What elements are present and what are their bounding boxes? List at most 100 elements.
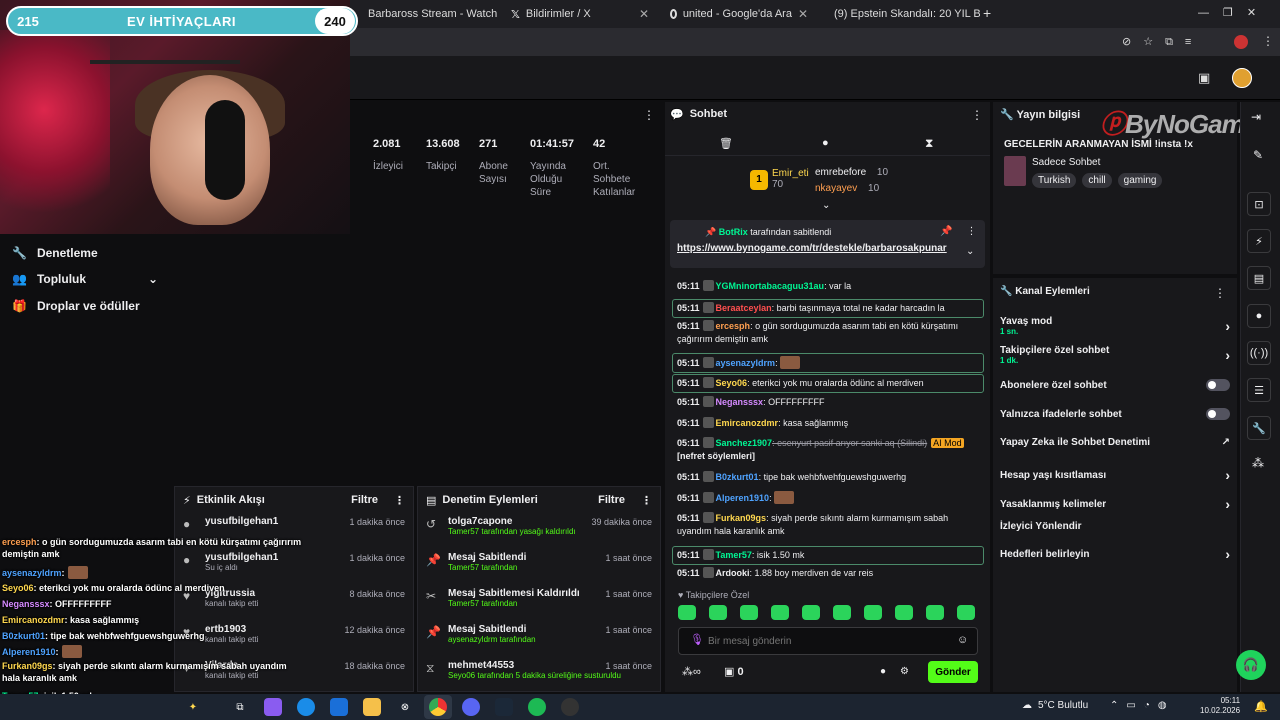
bolt-icon[interactable]: ⚡ bbox=[1247, 229, 1271, 253]
chat-username[interactable]: Beraatceylan bbox=[716, 303, 772, 313]
notification-icon[interactable]: 🔔 bbox=[1254, 700, 1268, 713]
moderation-row[interactable]: ⧖ mehmet44553 Seyo06 tarafından 5 dakika s… bbox=[418, 657, 660, 693]
chat-username[interactable]: Alperen1910 bbox=[716, 493, 770, 503]
chat-message[interactable]: 05:11 Alperen1910: bbox=[672, 491, 984, 505]
chat-message[interactable]: 05:11 Sanchez1907: esenyurt pasif arıyor … bbox=[672, 437, 984, 463]
window-controls[interactable]: —❐✕ bbox=[1198, 6, 1270, 19]
chat-message[interactable]: 05:11 Beraatceylan: barbi taşınmaya total… bbox=[672, 299, 984, 318]
wrench-icon[interactable]: 🔧 bbox=[1247, 416, 1271, 440]
chat-message[interactable]: 05:11 Negansssx: OFFFFFFFFF bbox=[672, 396, 984, 409]
toggle-switch[interactable] bbox=[1206, 408, 1230, 420]
chat-message-input[interactable] bbox=[708, 632, 948, 650]
pinned-actions[interactable]: 📌⋮ bbox=[940, 226, 990, 237]
tag-turkish[interactable]: Turkish bbox=[1032, 173, 1077, 188]
stats-menu-icon[interactable]: ⋮ bbox=[643, 108, 655, 122]
chat-username[interactable]: Seyo06 bbox=[716, 378, 748, 388]
chat-username[interactable]: Ardooki bbox=[716, 568, 750, 578]
edge-icon[interactable] bbox=[297, 698, 315, 716]
channel-action-item[interactable]: Yasaklanmış kelimeler › bbox=[1000, 496, 1230, 512]
crop-icon[interactable]: ⊡ bbox=[1247, 192, 1271, 216]
chat-username[interactable]: ercesph bbox=[716, 321, 751, 331]
edit-icon[interactable]: ✎ bbox=[1253, 148, 1263, 162]
chrome-icon[interactable] bbox=[429, 698, 447, 716]
support-headset-icon[interactable]: 🎧 bbox=[1236, 650, 1266, 680]
xbox-icon[interactable]: ⊗ bbox=[396, 698, 414, 716]
copilot-icon[interactable] bbox=[264, 698, 282, 716]
channel-action-item[interactable]: Yapay Zeka ile Sohbet Denetimi ↗ bbox=[1000, 437, 1230, 448]
channel-action-item[interactable]: Hedefleri belirleyin › bbox=[1000, 546, 1230, 562]
chat-message[interactable]: 05:11 B0zkurt01: tipe bak wehbfwehfguewsh… bbox=[672, 471, 984, 484]
spotify-icon[interactable] bbox=[528, 698, 546, 716]
layout-icon[interactable]: ☰ bbox=[1247, 378, 1271, 402]
chat-message[interactable]: 05:11 YGMninortabacaguu31au: var la bbox=[672, 280, 984, 293]
new-tab-button[interactable]: + bbox=[983, 5, 991, 21]
chat-username[interactable]: Emircanozdmr bbox=[716, 418, 779, 428]
copilot-sparkle-icon[interactable]: ✦ bbox=[184, 698, 202, 716]
moderation-row[interactable]: ✂ Mesaj Sabitlemesi Kaldırıldı Tamer57 tar… bbox=[418, 585, 660, 621]
filter-button[interactable]: Filtre bbox=[351, 494, 378, 506]
discord-icon[interactable] bbox=[462, 698, 480, 716]
leaderboard-second[interactable]: emrebefore 10 bbox=[815, 167, 888, 178]
weather-widget[interactable]: ☁ 5°C Bulutlu bbox=[1022, 700, 1088, 711]
moderation-row[interactable]: 📌 Mesaj Sabitlendi Tamer57 tarafından 1 saa… bbox=[418, 549, 660, 585]
more-icon[interactable]: ⋮ bbox=[641, 494, 652, 507]
chat-username[interactable]: Negansssx bbox=[716, 397, 764, 407]
broadcast-icon[interactable]: ((·)) bbox=[1247, 341, 1271, 365]
pinned-link[interactable]: https://www.bynogame.com/tr/destekle/bar… bbox=[677, 243, 947, 254]
more-icon[interactable]: ⋮ bbox=[394, 494, 405, 507]
chat-username[interactable]: YGMninortabacaguu31au bbox=[716, 281, 825, 291]
chat-message[interactable]: 05:11 Seyo06: eterikci yok mu oralarda öd… bbox=[672, 374, 984, 393]
emoji-icon[interactable]: ☺ bbox=[957, 634, 968, 646]
channel-action-item[interactable]: Yalnızca ifadelerle sohbet bbox=[1000, 408, 1230, 420]
filter-button[interactable]: Filtre bbox=[598, 494, 625, 506]
chat-username[interactable]: Furkan09gs bbox=[716, 513, 767, 523]
tab-google-search[interactable]: united - Google'da Ara ✕ bbox=[662, 2, 816, 26]
inbox-icon[interactable]: ▣ bbox=[1198, 70, 1210, 86]
channel-action-item[interactable]: İzleyici Yönlendir bbox=[1000, 521, 1230, 532]
tag-chill[interactable]: chill bbox=[1082, 173, 1112, 188]
tag-gaming[interactable]: gaming bbox=[1117, 173, 1163, 188]
close-icon[interactable]: ✕ bbox=[798, 7, 808, 21]
chat-settings-icons[interactable]: ●⚙ bbox=[880, 666, 923, 677]
notes-icon[interactable]: ▤ bbox=[1247, 266, 1271, 290]
chat-menu-icon[interactable]: ⋮ bbox=[971, 108, 983, 122]
sidebar-item-topluluk[interactable]: 👥 Topluluk ⌄ bbox=[0, 266, 172, 292]
browser-toolbar-icons[interactable]: ⊘☆⧉≡ bbox=[1122, 35, 1203, 49]
moderation-row[interactable]: ↺ tolga7capone Tamer57 tarafından yasağı k… bbox=[418, 513, 660, 549]
collapse-icon[interactable]: ⌄ bbox=[822, 200, 830, 211]
channel-actions-menu-icon[interactable]: ⋮ bbox=[1214, 286, 1226, 300]
chat-username[interactable]: B0zkurt01 bbox=[716, 472, 759, 482]
tab-youtube-video[interactable]: (9) Epstein Skandalı: 20 YIL BO✕ bbox=[820, 2, 980, 26]
mic-icon[interactable]: 🎙 bbox=[690, 633, 704, 646]
chat-icon[interactable]: ● bbox=[1247, 304, 1271, 328]
hourglass-icon[interactable]: ⧗ bbox=[925, 136, 933, 151]
channel-action-item[interactable]: Hesap yaşı kısıtlaması › bbox=[1000, 467, 1230, 483]
clock[interactable]: 05:11 10.02.2026 bbox=[1200, 696, 1240, 716]
moderation-row[interactable]: 📌 Mesaj Sabitlendi aysenazyldrm tarafından… bbox=[418, 621, 660, 657]
apps-icon[interactable]: ⁂ bbox=[1252, 456, 1264, 470]
leaderboard-third[interactable]: nkayayev 10 bbox=[815, 183, 879, 194]
file-explorer-icon[interactable] bbox=[363, 698, 381, 716]
close-icon[interactable]: ✕ bbox=[639, 7, 649, 21]
stream-category[interactable]: Sadece Sohbet bbox=[1032, 157, 1100, 168]
channel-action-item[interactable]: Yavaş mod 1 sn. › bbox=[1000, 316, 1230, 336]
expand-icon[interactable]: ⌄ bbox=[966, 246, 974, 257]
obs-icon[interactable] bbox=[561, 698, 579, 716]
chat-username[interactable]: Sanchez1907 bbox=[716, 438, 773, 448]
chat-icon[interactable]: ● bbox=[822, 137, 829, 149]
channel-action-item[interactable]: Takipçilere özel sohbet 1 dk. › bbox=[1000, 345, 1230, 365]
browser-menu-icon[interactable]: ⋮ bbox=[1262, 34, 1274, 48]
channel-points-icon[interactable]: ⁂∞ bbox=[682, 665, 701, 678]
chat-message[interactable]: 05:11 Furkan09gs: siyah perde sıkıntı ala… bbox=[672, 512, 984, 538]
profile-avatar[interactable] bbox=[1234, 35, 1248, 49]
chat-message[interactable]: 05:11 ercesph: o gün sordugumuzda asarım … bbox=[672, 320, 984, 346]
tab-barbaross-stream[interactable]: Barbaross Stream - Watch Live✕ bbox=[360, 2, 500, 26]
chat-message[interactable]: 05:11 aysenazyldrm: bbox=[672, 353, 984, 373]
channel-action-item[interactable]: Abonelere özel sohbet bbox=[1000, 379, 1230, 391]
chat-message[interactable]: 05:11 Emircanozdmr: kasa sağlammış bbox=[672, 417, 984, 430]
leaderboard-top[interactable]: Emir_eti 70 bbox=[772, 168, 809, 190]
chat-message[interactable]: 05:11 Tamer57: isik 1.50 mk bbox=[672, 546, 984, 565]
system-tray-icons[interactable]: ⌃▭◔◍ bbox=[1110, 700, 1175, 711]
sidebar-item-droplar[interactable]: 🎁 Droplar ve ödüller bbox=[0, 293, 172, 319]
task-view-icon[interactable]: ⧉ bbox=[231, 698, 249, 716]
